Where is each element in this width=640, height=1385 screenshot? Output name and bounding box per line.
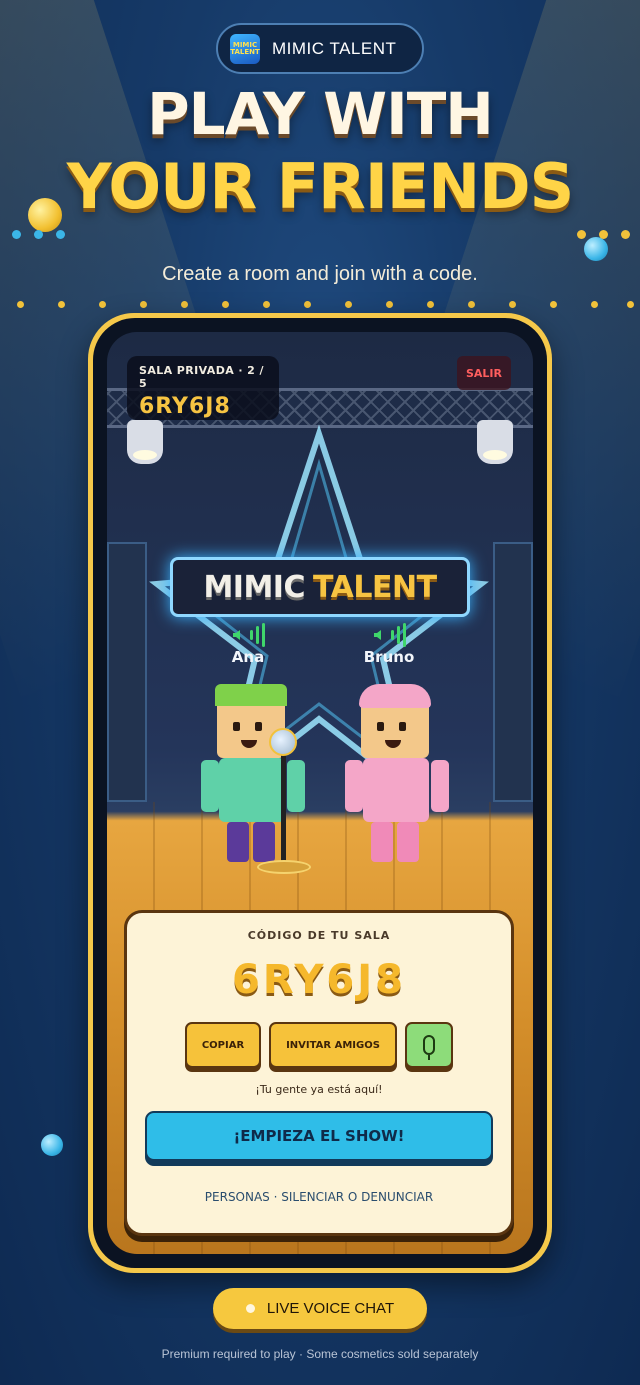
stage-wall-right [493, 542, 533, 802]
decor-dot [621, 230, 630, 239]
decor-dot [577, 230, 586, 239]
speaker-volume-icon [339, 622, 439, 648]
copy-button[interactable]: COPIAR [185, 1022, 261, 1068]
room-code-panel: CÓDIGO DE TU SALA 6RY6J8 COPIAR INVITAR … [124, 910, 514, 1236]
phone-mockup: SALA PRIVADA · 2 / 5 6RY6J8 SALIR MIMIC … [88, 313, 552, 1273]
exit-button[interactable]: SALIR [457, 356, 511, 390]
player-tag-ana: Ana [198, 622, 298, 666]
room-info-card: SALA PRIVADA · 2 / 5 6RY6J8 [127, 356, 279, 420]
brand-pill: MIMIC TALENT MIMIC TALENT [216, 23, 424, 74]
panel-note: ¡Tu gente ya está aquí! [255, 1083, 383, 1096]
stage-wall-left [107, 542, 147, 802]
speaker-volume-icon [198, 622, 298, 648]
stage-sign-word-1: MIMIC [203, 569, 305, 605]
invite-friends-button[interactable]: INVITAR AMIGOS [269, 1022, 397, 1068]
room-label: SALA PRIVADA · 2 / 5 [139, 364, 264, 390]
player-tag-bruno: Bruno [339, 622, 439, 666]
mic-toggle-button[interactable] [405, 1022, 453, 1068]
mic-stand [281, 744, 286, 862]
decor-dot [599, 230, 608, 239]
people-mute-report-link[interactable]: PERSONAS · SILENCIAR O DENUNCIAR [127, 1190, 511, 1204]
headline-line-1: PLAY WITH [147, 80, 494, 148]
live-voice-chat-badge: LIVE VOICE CHAT [213, 1288, 427, 1329]
live-dot-icon [245, 1304, 255, 1313]
panel-label: CÓDIGO DE TU SALA [247, 929, 391, 942]
decor-ball-blue [41, 1134, 63, 1156]
room-code: 6RY6J8 [139, 394, 231, 419]
decor-dot [12, 230, 21, 239]
mic-base [257, 860, 311, 874]
subtitle: Create a room and join with a code. [162, 263, 478, 285]
player-name: Ana [231, 648, 265, 666]
marquee-dots [0, 301, 640, 311]
badge-label: LIVE VOICE CHAT [266, 1300, 395, 1317]
panel-room-code: 6RY6J8 [232, 957, 406, 1003]
decor-ball-blue [584, 237, 608, 261]
decor-dot [34, 230, 43, 239]
stage-sign-word-2: TALENT [313, 569, 437, 605]
stage-sign: MIMIC TALENT [170, 557, 470, 617]
avatar-ana [199, 684, 309, 874]
brand-logo: MIMIC TALENT [230, 33, 260, 64]
game-screen: SALA PRIVADA · 2 / 5 6RY6J8 SALIR MIMIC … [107, 332, 533, 1254]
player-name: Bruno [363, 648, 415, 666]
mic-head [269, 728, 297, 756]
brand-name: MIMIC TALENT [272, 38, 397, 58]
avatar-bruno [341, 684, 451, 874]
microphone-icon [423, 1035, 435, 1060]
footnote: Premium required to play · Some cosmetic… [161, 1347, 479, 1361]
start-show-button[interactable]: ¡EMPIEZA EL SHOW! [145, 1111, 493, 1161]
decor-ball-yellow [28, 198, 62, 232]
decor-dot [56, 230, 65, 239]
headline-line-2: YOUR FRIENDS [66, 150, 575, 223]
